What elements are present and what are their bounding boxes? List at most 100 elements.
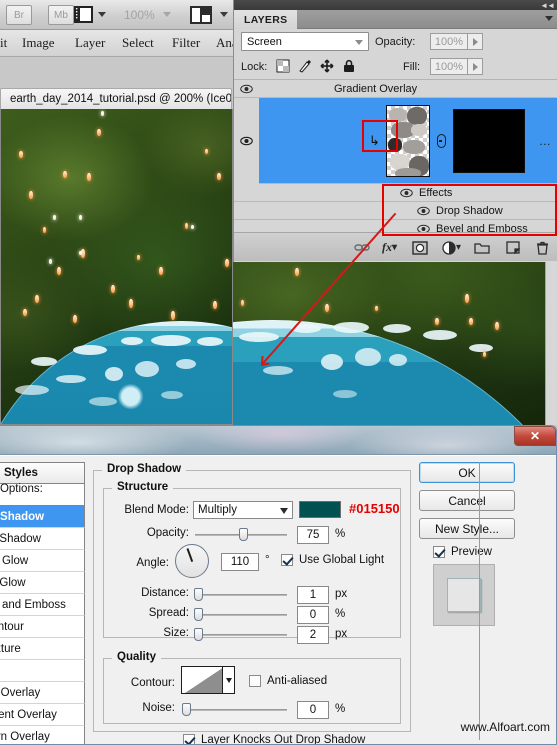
ok-button[interactable]: OK xyxy=(419,462,515,483)
quality-group-title: Quality xyxy=(112,651,161,663)
close-icon[interactable]: ✕ xyxy=(514,426,556,446)
new-style-button[interactable]: New Style... xyxy=(419,518,515,539)
shadow-color-swatch[interactable] xyxy=(299,501,341,518)
arrange-documents-icon[interactable] xyxy=(190,6,212,24)
distance-input[interactable]: 1 xyxy=(297,586,329,604)
collapse-panels-icon[interactable]: ◄◄ xyxy=(540,1,555,10)
panel-dock-header: ◄◄ xyxy=(234,0,557,10)
opacity-stepper[interactable] xyxy=(468,33,483,50)
style-row-inner-shadow[interactable]: Inner Shadow xyxy=(0,528,85,550)
checkbox-anti-aliased[interactable] xyxy=(249,675,261,687)
menu-edit[interactable]: it xyxy=(0,35,7,51)
tab-layers[interactable]: LAYERS xyxy=(234,10,298,29)
annotation-rect-effects-list xyxy=(382,184,557,236)
checkbox-layer-knocks-out[interactable] xyxy=(183,734,195,744)
drop-shadow-settings: Drop Shadow Structure Blend Mode: Multip… xyxy=(93,462,411,744)
cancel-button[interactable]: Cancel xyxy=(419,490,515,511)
anti-aliased-row[interactable]: Anti-aliased xyxy=(249,675,327,687)
blending-options-row[interactable]: Blending Options: Custom xyxy=(0,483,85,506)
screen-mode-icon[interactable] xyxy=(74,6,94,24)
screen-mode-chevron-down-icon[interactable] xyxy=(98,12,106,17)
new-layer-icon[interactable] xyxy=(506,240,520,255)
spread-input[interactable]: 0 xyxy=(297,606,329,624)
contour-chevron-down-icon[interactable] xyxy=(223,666,235,694)
spread-slider-knob[interactable] xyxy=(194,608,203,621)
checkbox-use-global-light[interactable] xyxy=(281,554,293,566)
style-row-gradient-overlay[interactable]: Gradient Overlay xyxy=(0,704,85,726)
menu-layer[interactable]: Layer xyxy=(75,35,105,51)
size-input[interactable]: 2 xyxy=(297,626,329,644)
effect-visibility-toggle[interactable] xyxy=(234,84,259,94)
spread-slider-track[interactable] xyxy=(195,614,287,616)
opacity-input[interactable]: 100% xyxy=(430,33,468,50)
quality-group: Quality xyxy=(103,651,401,724)
panel-menu-icon[interactable] xyxy=(545,16,553,21)
style-row-pattern-overlay[interactable]: Pattern Overlay xyxy=(0,726,85,744)
noise-input[interactable]: 0 xyxy=(297,701,329,719)
layer-visibility-toggle[interactable] xyxy=(234,97,259,184)
menu-filter[interactable]: Filter xyxy=(172,35,200,51)
add-layer-mask-icon[interactable] xyxy=(412,240,428,255)
bridge-button[interactable]: Br xyxy=(6,5,32,25)
size-slider-knob[interactable] xyxy=(194,628,203,641)
delete-layer-icon[interactable] xyxy=(536,240,549,255)
layer-effect-row-gradient-overlay[interactable]: Gradient Overlay xyxy=(234,80,557,98)
style-preview-swatch xyxy=(433,564,495,626)
layers-panel: ◄◄ LAYERS Screen Opacity: 100% Lock: Fil… xyxy=(233,0,557,262)
panel-tab-bar: LAYERS xyxy=(234,10,557,29)
noise-slider-track[interactable] xyxy=(183,709,287,711)
canvas-viewport-right[interactable] xyxy=(233,262,557,425)
eye-icon xyxy=(240,84,253,93)
distance-slider-knob[interactable] xyxy=(194,588,203,601)
zoom-chevron-down-icon[interactable] xyxy=(163,12,171,17)
style-row-drop-shadow[interactable]: Drop Shadow xyxy=(0,506,85,528)
annotation-rect-clipping-icon xyxy=(362,120,398,152)
lock-all-icon[interactable] xyxy=(342,59,356,73)
lock-position-icon[interactable] xyxy=(320,59,334,73)
contour-preview[interactable] xyxy=(181,666,223,694)
fill-input[interactable]: 100% xyxy=(430,58,468,75)
lock-transparent-pixels-icon[interactable] xyxy=(276,59,290,73)
blend-mode-dropdown[interactable]: Multiply xyxy=(193,501,293,519)
new-group-icon[interactable] xyxy=(474,240,490,255)
contour-label: Contour: xyxy=(130,677,175,689)
use-global-light-row[interactable]: Use Global Light xyxy=(281,554,384,566)
opacity-slider-knob[interactable] xyxy=(239,528,248,541)
menu-image[interactable]: Image xyxy=(22,35,54,51)
opacity-input[interactable]: 75 xyxy=(297,526,329,544)
style-row-inner-glow[interactable]: Inner Glow xyxy=(0,572,85,594)
style-label-color-overlay: Color Overlay xyxy=(0,686,41,699)
style-row-color-overlay[interactable]: Color Overlay xyxy=(0,682,85,704)
style-label-contour: Contour xyxy=(0,620,24,633)
mini-bridge-button[interactable]: Mb xyxy=(48,5,74,25)
fill-stepper[interactable] xyxy=(468,58,483,75)
angle-dial[interactable] xyxy=(175,544,209,578)
eye-icon xyxy=(240,136,253,145)
add-layer-style-icon[interactable]: fx ▾ xyxy=(382,240,397,255)
style-row-satin[interactable]: Satin xyxy=(0,660,85,682)
zoom-level-label: 100% xyxy=(124,8,155,22)
canvas-scrollbar[interactable] xyxy=(545,262,557,425)
new-adjustment-layer-icon[interactable]: ▾ xyxy=(442,240,461,255)
arrange-chevron-down-icon[interactable] xyxy=(220,12,228,17)
noise-slider-knob[interactable] xyxy=(182,703,191,716)
document-tab[interactable]: earth_day_2014_tutorial.psd @ 200% (Ice0… xyxy=(0,88,232,109)
lock-image-pixels-icon[interactable] xyxy=(298,59,312,73)
link-mask-icon[interactable] xyxy=(436,133,446,148)
angle-input[interactable]: 110 xyxy=(221,553,259,571)
canvas-viewport-left[interactable] xyxy=(0,109,233,425)
layer-knocks-out-row[interactable]: Layer Knocks Out Drop Shadow xyxy=(183,734,365,744)
menu-select[interactable]: Select xyxy=(122,35,154,51)
dialog-title-bar[interactable]: yer Style ✕ xyxy=(0,426,556,455)
watermark: www.Alfoart.com xyxy=(460,720,550,734)
layer-mask-thumbnail[interactable] xyxy=(452,108,525,173)
distance-slider-track[interactable] xyxy=(195,594,287,596)
style-row-texture[interactable]: Texture xyxy=(0,638,85,660)
style-row-bevel-and-emboss[interactable]: Bevel and Emboss xyxy=(0,594,85,616)
blend-mode-select[interactable]: Screen xyxy=(241,32,369,51)
size-slider-track[interactable] xyxy=(195,634,287,636)
preview-row[interactable]: Preview xyxy=(433,546,556,558)
checkbox-preview[interactable] xyxy=(433,546,445,558)
style-row-outer-glow[interactable]: Outer Glow xyxy=(0,550,85,572)
style-row-contour[interactable]: Contour xyxy=(0,616,85,638)
